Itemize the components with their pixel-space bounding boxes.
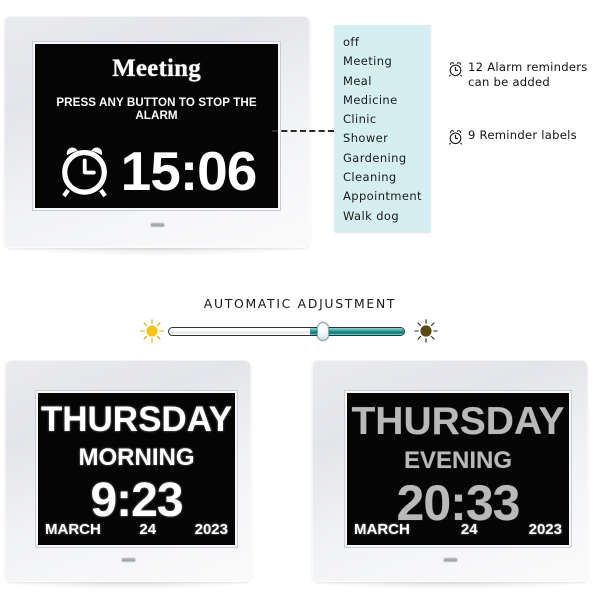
clock-month-text: MARCH [354, 521, 410, 538]
list-item[interactable]: Gardening [343, 149, 430, 168]
feature-note-reminder-labels: 9 Reminder labels [447, 128, 597, 146]
list-item[interactable]: Shower [343, 129, 430, 148]
clock-date-text: 24 [460, 521, 478, 538]
feature-note-text: 12 Alarm reminders can be added [468, 60, 588, 89]
clock-day-text: THURSDAY [40, 400, 233, 439]
slider-thumb[interactable] [317, 322, 329, 341]
feature-note-text: 9 Reminder labels [468, 128, 577, 142]
clock-screen-evening: THURSDAY EVENING 20:33 MARCH 24 2023 [347, 393, 569, 545]
clock-date-bar: MARCH 24 2023 [354, 521, 562, 538]
clock-period-text: MORNING [78, 444, 195, 471]
clock-month-text: MARCH [45, 521, 101, 538]
alarm-time-row: 15:06 [35, 136, 278, 206]
alarm-time-text: 15:06 [120, 139, 258, 202]
device-sensor-indicator [150, 222, 165, 228]
clock-time-text: 9:23 [90, 474, 183, 527]
alarm-instruction-text: PRESS ANY BUTTON TO STOP THE ALARM [56, 96, 257, 122]
reminder-labels-panel: off Meeting Meal Medicine Clinic Shower … [334, 25, 430, 232]
alarm-label-title: Meeting [112, 55, 201, 82]
clock-year-text: 2023 [528, 521, 562, 538]
connector-dashed-line [272, 130, 334, 132]
day-clock-device-evening: THURSDAY EVENING 20:33 MARCH 24 2023 [312, 360, 588, 590]
brightness-slider[interactable] [138, 316, 438, 346]
device-sensor-indicator [121, 557, 136, 563]
clock-date-text: 24 [139, 521, 157, 538]
device-sensor-indicator [443, 557, 458, 563]
feature-note-alarm-reminders: 12 Alarm reminders can be added [447, 60, 597, 89]
list-item[interactable]: Cleaning [343, 168, 430, 187]
clock-year-text: 2023 [194, 521, 228, 538]
list-item[interactable]: off [343, 33, 430, 52]
list-item[interactable]: Meeting [343, 52, 430, 71]
alarm-clock-icon [448, 130, 463, 145]
alarm-clock-device-top: Meeting PRESS ANY BUTTON TO STOP THE ALA… [4, 16, 310, 256]
bright-sun-icon [140, 319, 164, 343]
clock-day-text: THURSDAY [351, 400, 565, 443]
list-item[interactable]: Appointment [343, 187, 430, 206]
alarm-screen: Meeting PRESS ANY BUTTON TO STOP THE ALA… [35, 44, 278, 208]
slider-track[interactable] [168, 327, 405, 336]
clock-screen-morning: THURSDAY MORNING 9:23 MARCH 24 2023 [38, 393, 235, 545]
dim-sun-icon [414, 319, 438, 343]
list-item[interactable]: Medicine [343, 91, 430, 110]
day-clock-device-morning: THURSDAY MORNING 9:23 MARCH 24 2023 [5, 360, 251, 590]
clock-date-bar: MARCH 24 2023 [45, 521, 228, 538]
auto-adjustment-title: AUTOMATIC ADJUSTMENT [203, 296, 397, 311]
list-item[interactable]: Meal [343, 72, 430, 91]
list-item[interactable]: Clinic [343, 110, 430, 129]
product-feature-collage: Meeting PRESS ANY BUTTON TO STOP THE ALA… [0, 0, 600, 600]
alarm-clock-icon [448, 62, 463, 77]
clock-period-text: EVENING [403, 447, 513, 474]
alarm-clock-icon [61, 146, 107, 197]
list-item[interactable]: Walk dog [343, 207, 430, 226]
reminder-labels-list: off Meeting Meal Medicine Clinic Shower … [334, 25, 430, 232]
